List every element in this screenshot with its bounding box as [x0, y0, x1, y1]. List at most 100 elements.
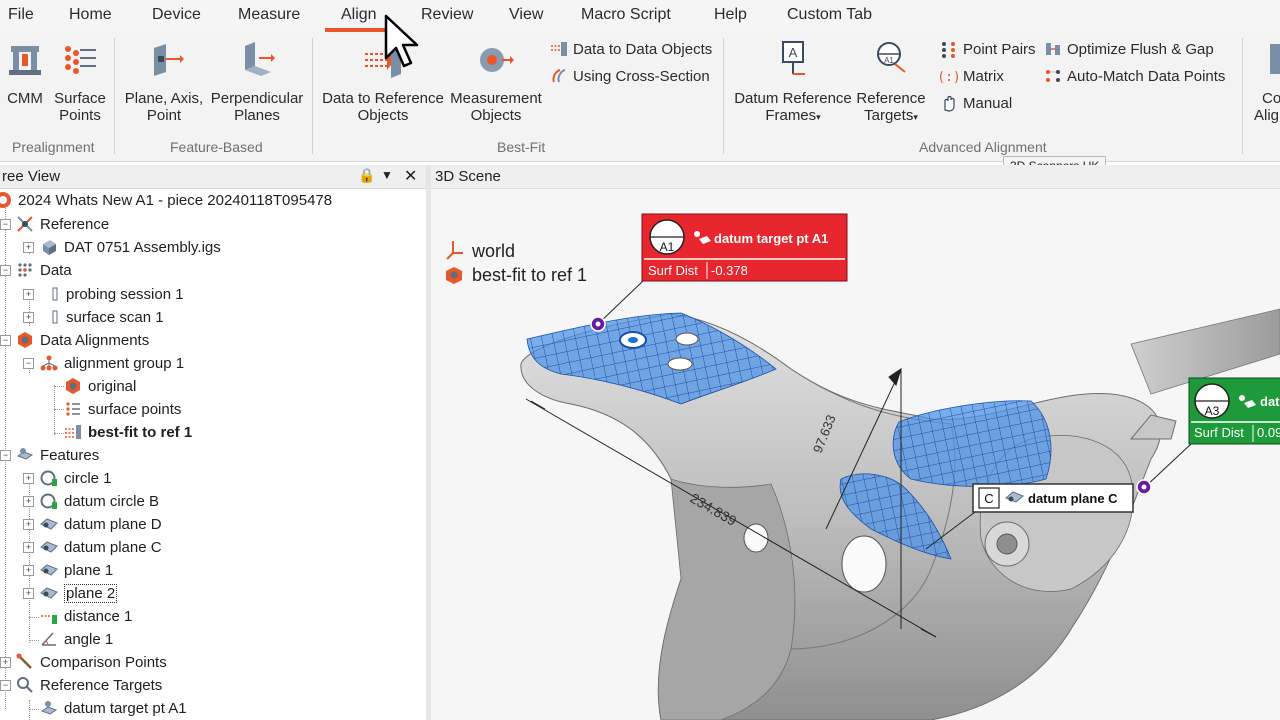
- tree-connector: [29, 617, 39, 618]
- tree-item-label: original: [88, 377, 137, 395]
- tree-item-comparison-points[interactable]: Comparison Points: [16, 651, 167, 673]
- tree-item-data-alignments[interactable]: Data Alignments: [16, 329, 149, 351]
- data-to-reference-objects-button[interactable]: Data to Reference Objects: [322, 40, 444, 124]
- scan-patch-c: [892, 400, 1052, 487]
- perpendicular-planes-button[interactable]: Perpendicular Planes: [208, 40, 306, 124]
- tree-item-plane-2[interactable]: plane 2: [40, 582, 118, 604]
- tree-item-circle-1[interactable]: circle 1: [40, 467, 112, 489]
- part-hole: [675, 332, 699, 346]
- lock-icon[interactable]: 🔒: [358, 167, 375, 184]
- tree-item-data[interactable]: Data: [16, 259, 72, 281]
- menu-tab-view[interactable]: View: [509, 6, 543, 24]
- point-pairs-button[interactable]: Point Pairs: [940, 40, 1036, 58]
- expander-collapse-icon[interactable]: −: [0, 680, 11, 691]
- menu-tab-measure[interactable]: Measure: [238, 6, 300, 24]
- menu-tab-review[interactable]: Review: [421, 6, 473, 24]
- distance-icon: [41, 615, 57, 624]
- tree-item-plane-1[interactable]: plane 1: [40, 559, 113, 581]
- expander-expand-icon[interactable]: +: [23, 588, 34, 599]
- optimize-flush-gap-button[interactable]: Optimize Flush & Gap: [1044, 40, 1214, 58]
- expander-expand-icon[interactable]: +: [23, 289, 34, 300]
- advanced-alignment-group-label: Advanced Alignment: [919, 139, 1047, 155]
- expander-collapse-icon[interactable]: −: [0, 335, 11, 346]
- 3d-scene-canvas[interactable]: world best-fit to ref 1 234.839 97.633 A…: [431, 189, 1280, 720]
- menu-tab-device[interactable]: Device: [152, 6, 201, 24]
- reference-targets-button[interactable]: A1 Reference Targets▾: [855, 40, 927, 126]
- expander-expand-icon[interactable]: +: [0, 657, 11, 668]
- cad-model-icon: [43, 240, 56, 255]
- expander-expand-icon[interactable]: +: [23, 519, 34, 530]
- expander-collapse-icon[interactable]: −: [23, 358, 34, 369]
- tree-item-best-fit[interactable]: best-fit to ref 1: [64, 421, 192, 443]
- callout-c[interactable]: C datum plane C: [972, 483, 1134, 513]
- callout-a3[interactable]: A3 dat Surf Dist 0.09: [1188, 377, 1280, 445]
- tree-item-reference[interactable]: Reference: [16, 213, 109, 235]
- panel-menu-icon[interactable]: ▼: [381, 168, 393, 182]
- alignment-icon: [66, 378, 80, 394]
- tree-item-datum-plane-c[interactable]: datum plane C: [40, 536, 162, 558]
- expander-expand-icon[interactable]: +: [23, 542, 34, 553]
- menu-tab-file[interactable]: File: [8, 6, 34, 24]
- tree-item-label: Reference Targets: [40, 676, 163, 694]
- menu-tab-help[interactable]: Help: [714, 6, 747, 24]
- project-icon: [0, 192, 11, 208]
- tree-item-label: Features: [40, 446, 100, 464]
- datum-reference-frames-button[interactable]: A Datum Reference Frames▾: [732, 40, 854, 126]
- 3d-scene-viewport[interactable]: world best-fit to ref 1 234.839 97.633 A…: [431, 189, 1280, 720]
- tree-item-probing-session[interactable]: probing session 1: [50, 283, 184, 305]
- cmm-icon: [9, 46, 41, 75]
- tree-item-datum-plane-d[interactable]: datum plane D: [40, 513, 162, 535]
- perpendicular-planes-icon: [245, 42, 275, 76]
- tree-item-reference-targets[interactable]: Reference Targets: [16, 674, 162, 696]
- tree-item-angle-1[interactable]: angle 1: [40, 628, 113, 650]
- expander-expand-icon[interactable]: +: [23, 565, 34, 576]
- ribbon-separator: [1242, 38, 1243, 154]
- data-to-data-objects-button[interactable]: Data to Data Objects: [550, 40, 712, 58]
- tree-item-dat-assembly[interactable]: DAT 0751 Assembly.igs: [40, 236, 221, 258]
- tree-root[interactable]: 2024 Whats New A1 - piece 20240118T09547…: [0, 189, 332, 211]
- measurement-objects-button[interactable]: Measurement Objects: [448, 40, 544, 124]
- optimize-flush-gap-label: Optimize Flush & Gap: [1067, 40, 1214, 58]
- menu-tab-home[interactable]: Home: [69, 6, 112, 24]
- menu-tab-align[interactable]: Align: [341, 6, 377, 24]
- tree-item-features[interactable]: Features: [16, 444, 99, 466]
- prealignment-group-label: Prealignment: [12, 139, 95, 155]
- tree-item-original[interactable]: original: [64, 375, 136, 397]
- tree-item-distance-1[interactable]: distance 1: [40, 605, 132, 627]
- tree-item-label: Data Alignments: [40, 331, 150, 349]
- partial-ribbon-button[interactable]: Co Alig: [1252, 40, 1280, 124]
- expander-expand-icon[interactable]: +: [23, 496, 34, 507]
- tree-item-surface-scan[interactable]: surface scan 1: [50, 306, 164, 328]
- scan-icon: [52, 310, 58, 324]
- expander-collapse-icon[interactable]: −: [0, 219, 11, 230]
- tree-connector: [54, 409, 64, 410]
- expander-collapse-icon[interactable]: −: [0, 450, 11, 461]
- plane-feature-icon: [40, 541, 58, 553]
- manual-button[interactable]: Manual: [940, 94, 1012, 112]
- target-point-a1-marker[interactable]: [590, 316, 606, 332]
- ribbon: CMM Surface Points Prealignment Plane, A…: [0, 32, 1280, 162]
- tree-item-surface-points[interactable]: surface points: [64, 398, 181, 420]
- best-fit-group-label: Best-Fit: [497, 139, 546, 155]
- matrix-button[interactable]: (:) Matrix: [940, 67, 1004, 86]
- expander-expand-icon[interactable]: +: [23, 473, 34, 484]
- tree-item-datum-target-pt-a1[interactable]: datum target pt A1: [40, 697, 187, 719]
- cmm-label: CMM: [7, 90, 43, 107]
- expander-collapse-icon[interactable]: −: [0, 265, 11, 276]
- tree-item-alignment-group[interactable]: alignment group 1: [40, 352, 184, 374]
- menu-tab-macro-script[interactable]: Macro Script: [581, 6, 671, 24]
- expander-expand-icon[interactable]: +: [23, 312, 34, 323]
- tree-item-datum-circle-b[interactable]: datum circle B: [40, 490, 159, 512]
- expander-expand-icon[interactable]: +: [23, 242, 34, 253]
- close-icon[interactable]: ✕: [404, 166, 417, 186]
- surface-points-button[interactable]: Surface Points: [52, 40, 108, 124]
- using-cross-section-button[interactable]: Using Cross-Section: [550, 67, 710, 85]
- menu-tab-custom-tab[interactable]: Custom Tab: [787, 6, 872, 24]
- perpendicular-planes-label-1: Perpendicular: [210, 90, 304, 107]
- tree-item-label: plane 1: [64, 561, 114, 579]
- callout-a1[interactable]: A1 datum target pt A1 Surf Dist -0.378: [641, 213, 848, 282]
- target-point-a3-marker[interactable]: [1136, 479, 1152, 495]
- auto-match-data-points-button[interactable]: Auto-Match Data Points: [1044, 67, 1225, 85]
- plane-axis-point-button[interactable]: Plane, Axis, Point: [124, 40, 204, 124]
- cmm-button[interactable]: CMM: [4, 40, 46, 107]
